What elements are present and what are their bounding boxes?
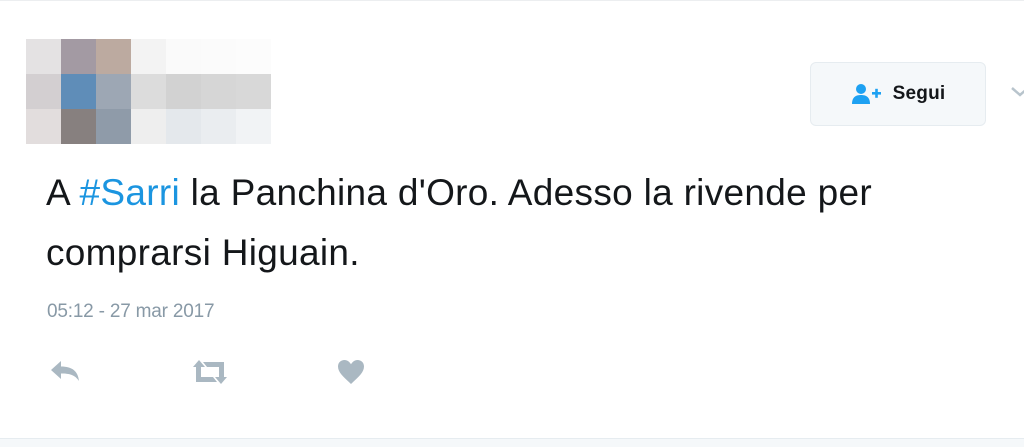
tweet-text-lead: A [46,172,80,213]
blurred-avatar-and-name [26,39,271,144]
tweet-timestamp[interactable]: 05:12 - 27 mar 2017 [47,301,215,323]
heart-icon[interactable] [336,357,366,387]
follow-button[interactable]: Segui [810,62,986,126]
retweet-icon[interactable] [190,357,230,387]
hashtag-link[interactable]: #Sarri [80,172,181,213]
chevron-down-icon[interactable] [1010,83,1024,103]
divider [0,438,1024,447]
reply-icon[interactable] [48,357,82,387]
follow-user-icon [851,83,883,105]
tweet-card: Segui A #Sarri la Panchina d'Oro. Adesso… [0,0,1024,447]
follow-button-label: Segui [892,83,946,104]
tweet-text: A #Sarri la Panchina d'Oro. Adesso la ri… [46,163,1016,283]
